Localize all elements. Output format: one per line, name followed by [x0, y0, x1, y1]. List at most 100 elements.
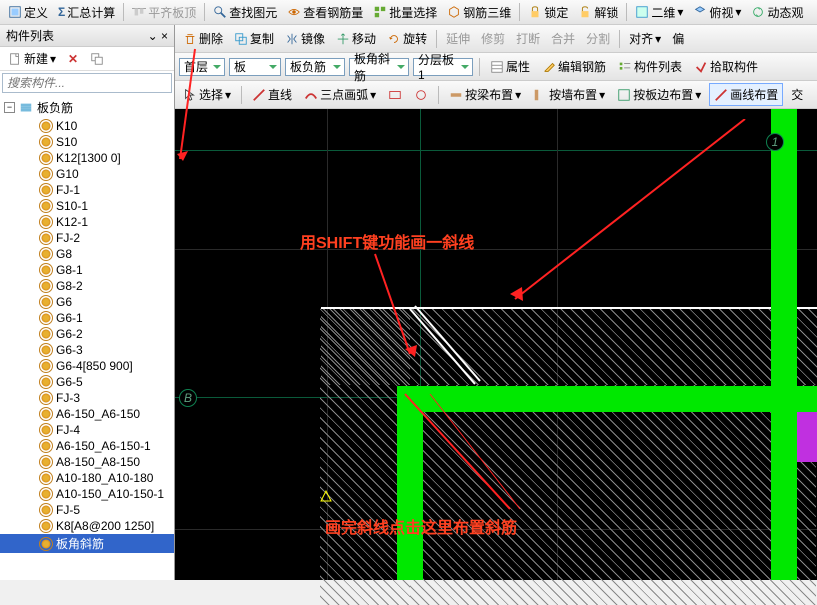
tree-item-label: 板角斜筋 [56, 535, 104, 552]
tree-item-label: K8[A8@200 1250] [56, 519, 154, 533]
by-wall-button[interactable]: 按墙布置 ▾ [529, 84, 609, 105]
offset-button[interactable]: 偏 [668, 28, 688, 49]
tree-item-label: A10-180_A10-180 [56, 471, 153, 485]
tree-item-label: S10-1 [56, 199, 88, 213]
gear-icon [40, 200, 52, 212]
edit-rebar-button[interactable]: 编辑钢筋 [538, 56, 610, 77]
tree-item[interactable]: G10 [0, 166, 174, 182]
by-edge-button[interactable]: 按板边布置 ▾ [613, 84, 705, 105]
tree-item[interactable]: 板角斜筋 [0, 534, 174, 553]
tree-item[interactable]: A6-150_A6-150 [0, 406, 174, 422]
pick-button[interactable]: 拾取构件 [690, 56, 762, 77]
by-beam-button[interactable]: 按梁布置 ▾ [445, 84, 525, 105]
move-button[interactable]: 移动 [332, 28, 380, 49]
collapse-icon[interactable]: − [4, 102, 15, 113]
tree-item[interactable]: K8[A8@200 1250] [0, 518, 174, 534]
search-box [2, 73, 172, 93]
tree-item[interactable]: G6 [0, 294, 174, 310]
tree-item-label: G10 [56, 167, 79, 181]
gear-icon [40, 120, 52, 132]
trim-button: 修剪 [477, 28, 509, 49]
floor-dropdown[interactable]: 首层 [179, 58, 225, 76]
tree-item[interactable]: A10-150_A10-150-1 [0, 486, 174, 502]
tree-item[interactable]: K12[1300 0] [0, 150, 174, 166]
gear-icon [40, 360, 52, 372]
delete-button[interactable]: 删除 [179, 28, 227, 49]
tree-item-label: G8-2 [56, 279, 83, 293]
tree-item[interactable]: G6-4[850 900] [0, 358, 174, 374]
define-button[interactable]: 定义 [4, 2, 52, 23]
tree-item[interactable]: K10 [0, 118, 174, 134]
panel-menu-icon[interactable]: ⌄ × [148, 29, 168, 43]
tree-root[interactable]: − 板负筋 [0, 97, 174, 118]
extend-button: 延伸 [442, 28, 474, 49]
tree-item[interactable]: G6-3 [0, 342, 174, 358]
tree-item[interactable]: FJ-5 [0, 502, 174, 518]
gear-icon [40, 168, 52, 180]
view-rebar-button[interactable]: 查看钢筋量 [283, 2, 367, 23]
rect-icon[interactable] [384, 86, 406, 104]
tree-item[interactable]: K12-1 [0, 214, 174, 230]
view2d-button[interactable]: 二维 ▾ [631, 2, 687, 23]
rotate-button[interactable]: 旋转 [383, 28, 431, 49]
lock-button[interactable]: 锁定 [524, 2, 572, 23]
tree-item[interactable]: FJ-2 [0, 230, 174, 246]
arc-button[interactable]: 三点画弧 ▾ [300, 84, 380, 105]
gear-icon [40, 408, 52, 420]
layer-dropdown[interactable]: 分层板1 [413, 58, 473, 76]
break-button: 打断 [512, 28, 544, 49]
tree-item-label: K12-1 [56, 215, 88, 229]
tree-item[interactable]: G6-1 [0, 310, 174, 326]
gear-icon [40, 538, 52, 550]
tree-item-label: G8 [56, 247, 72, 261]
unlock-button[interactable]: 解锁 [574, 2, 622, 23]
circle-icon[interactable] [410, 86, 432, 104]
delete-icon[interactable]: ✕ [64, 50, 82, 68]
rebar-3d-button[interactable]: 钢筋三维 [443, 2, 515, 23]
tree-item[interactable]: G8-1 [0, 262, 174, 278]
by-draw-button[interactable]: 画线布置 [709, 83, 783, 106]
new-button[interactable]: 新建 ▾ [4, 48, 60, 69]
gear-icon [40, 328, 52, 340]
comp-list-button[interactable]: 构件列表 [614, 56, 686, 77]
copy-new-icon[interactable] [86, 50, 108, 68]
tree-item[interactable]: A8-150_A8-150 [0, 454, 174, 470]
tree-item[interactable]: A10-180_A10-180 [0, 470, 174, 486]
tree-item[interactable]: S10 [0, 134, 174, 150]
drawing-canvas[interactable]: B 1 用SHIFT键功能画一斜线 画完斜线点击这里布置斜筋 [175, 109, 817, 580]
dynamic-view-button[interactable]: 动态观 [747, 2, 807, 23]
tree-item[interactable]: G6-5 [0, 374, 174, 390]
tree-item[interactable]: A6-150_A6-150-1 [0, 438, 174, 454]
gear-icon [40, 248, 52, 260]
summary-button[interactable]: Σ汇总计算 [54, 2, 119, 23]
rebar-dropdown[interactable]: 板角斜筋 [349, 58, 409, 76]
view-angle-button[interactable]: 俯视 ▾ [689, 2, 745, 23]
tree-item[interactable]: G8-2 [0, 278, 174, 294]
tree-item-label: G6-5 [56, 375, 83, 389]
select-button[interactable]: 选择 ▾ [179, 84, 235, 105]
gear-icon [40, 184, 52, 196]
find-elem-button[interactable]: 查找图元 [209, 2, 281, 23]
batch-select-button[interactable]: 批量选择 [369, 2, 441, 23]
tree-item[interactable]: FJ-1 [0, 182, 174, 198]
search-input[interactable] [2, 73, 172, 93]
type-dropdown[interactable]: 板 [229, 58, 281, 76]
diagonal-line [405, 304, 485, 394]
mirror-button[interactable]: 镜像 [281, 28, 329, 49]
tree-item[interactable]: S10-1 [0, 198, 174, 214]
line-button[interactable]: 直线 [248, 84, 296, 105]
cross-button[interactable]: 交 [787, 84, 807, 105]
props-button[interactable]: 属性 [486, 56, 534, 77]
subtype-dropdown[interactable]: 板负筋 [285, 58, 345, 76]
tree-item[interactable]: FJ-3 [0, 390, 174, 406]
align-button[interactable]: 对齐 ▾ [625, 28, 665, 49]
tree-item-label: G6-1 [56, 311, 83, 325]
tree-item[interactable]: FJ-4 [0, 422, 174, 438]
tree-item[interactable]: G6-2 [0, 326, 174, 342]
tree-item-label: FJ-2 [56, 231, 80, 245]
tree-item[interactable]: G8 [0, 246, 174, 262]
marker-icon [319, 489, 333, 503]
tree-item-label: A10-150_A10-150-1 [56, 487, 164, 501]
gear-icon [40, 216, 52, 228]
copy-button[interactable]: 复制 [230, 28, 278, 49]
